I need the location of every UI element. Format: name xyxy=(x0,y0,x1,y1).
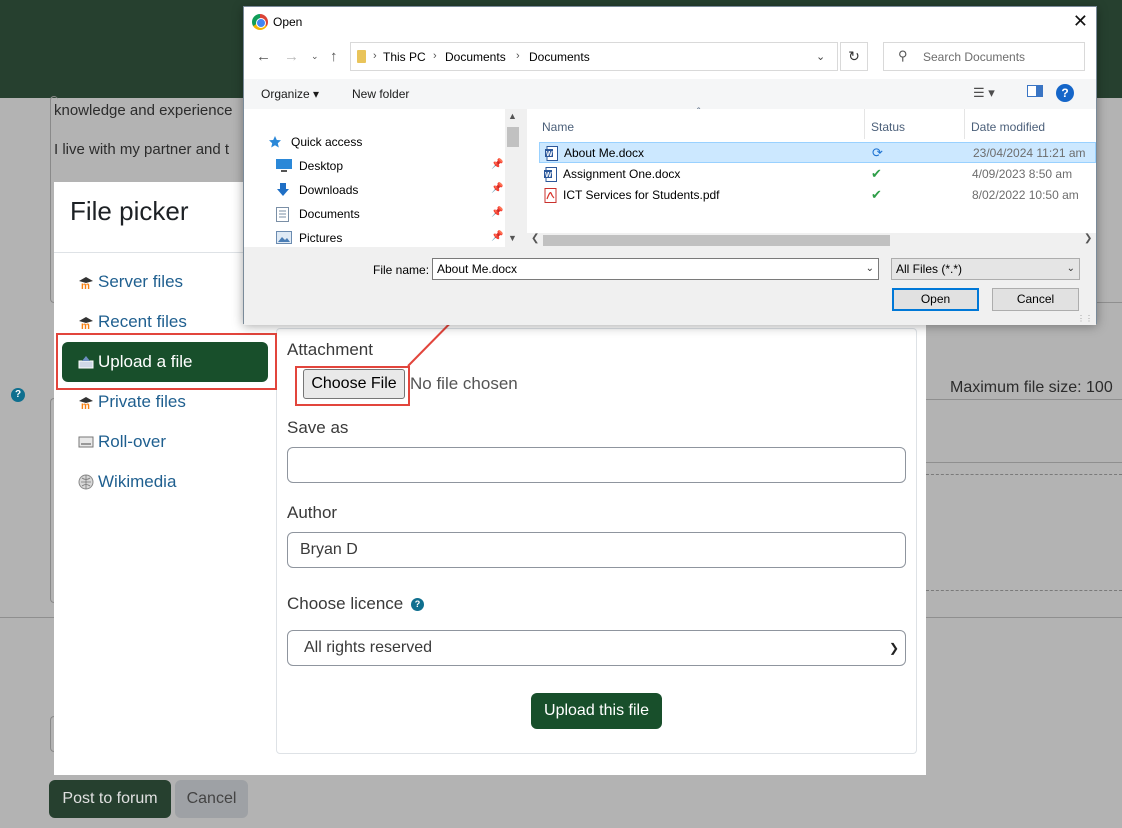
check-icon: ✔ xyxy=(871,187,882,202)
open-file-dialog: Open ✕ ← → ⌄ ↑ › This PC › Documents › D… xyxy=(243,6,1097,325)
search-icon: ⚲ xyxy=(898,48,908,63)
breadcrumb-separator-icon: › xyxy=(516,50,520,62)
pin-icon: 📌 xyxy=(491,159,504,170)
recent-locations-icon[interactable]: ⌄ xyxy=(311,51,319,62)
nav-label: Pictures xyxy=(299,231,343,245)
scrollbar-thumb[interactable] xyxy=(507,127,519,147)
file-row[interactable]: W About Me.docx ⟳ 23/04/2024 11:21 am xyxy=(539,142,1096,163)
scrollbar-thumb[interactable] xyxy=(543,235,890,246)
word-doc-icon: W xyxy=(545,146,558,161)
file-name-label: File name: xyxy=(373,263,430,277)
column-divider[interactable] xyxy=(864,109,865,139)
file-name: ICT Services for Students.pdf xyxy=(563,188,720,202)
scroll-up-icon[interactable]: ▲ xyxy=(508,111,517,121)
chevron-down-icon[interactable]: ⌄ xyxy=(866,259,874,279)
download-icon xyxy=(276,183,292,197)
check-icon: ✔ xyxy=(871,166,882,181)
file-row[interactable]: ICT Services for Students.pdf ✔ 8/02/202… xyxy=(539,185,1096,206)
nav-pictures[interactable]: Pictures xyxy=(276,227,342,249)
column-header-name[interactable]: Name xyxy=(542,120,574,134)
sync-icon: ⟳ xyxy=(872,145,883,160)
nav-desktop[interactable]: Desktop xyxy=(276,155,343,177)
nav-downloads[interactable]: Downloads xyxy=(276,179,358,201)
scroll-right-icon[interactable]: ❯ xyxy=(1084,233,1092,244)
resize-grip-icon[interactable]: ⋮⋮ xyxy=(1077,314,1093,323)
nav-label: Desktop xyxy=(299,159,344,173)
scroll-left-icon[interactable]: ❮ xyxy=(531,233,539,244)
file-date: 23/04/2024 11:21 am xyxy=(973,146,1086,160)
chevron-down-icon[interactable]: ⌄ xyxy=(816,50,825,63)
file-name-input[interactable]: About Me.docx ⌄ xyxy=(432,258,879,280)
search-placeholder: Search Documents xyxy=(923,50,1026,64)
svg-text:W: W xyxy=(545,172,552,179)
dialog-titlebar: Open ✕ xyxy=(244,7,1096,37)
breadcrumb-separator-icon: › xyxy=(373,50,377,62)
search-box[interactable]: ⚲ Search Documents xyxy=(883,42,1085,71)
desktop-icon xyxy=(276,159,292,173)
navigation-pane: Quick access Desktop Downloads Documents… xyxy=(244,109,521,247)
file-type-select[interactable]: All Files (*.*) ⌄ xyxy=(891,258,1080,280)
breadcrumb-documents[interactable]: Documents xyxy=(445,50,506,64)
preview-pane-icon[interactable] xyxy=(1027,85,1043,100)
svg-text:W: W xyxy=(546,151,553,158)
nav-label: Downloads xyxy=(299,183,359,197)
nav-documents[interactable]: Documents xyxy=(276,203,360,225)
close-icon[interactable]: ✕ xyxy=(1073,11,1088,32)
nav-label: Documents xyxy=(299,207,360,221)
navigation-bar: ← → ⌄ ↑ › This PC › Documents › Document… xyxy=(244,37,1096,79)
dialog-title: Open xyxy=(273,15,303,29)
file-date: 4/09/2023 8:50 am xyxy=(972,167,1073,181)
refresh-icon[interactable]: ↻ xyxy=(840,42,868,71)
file-list-scrollbar[interactable]: ❮ ❯ xyxy=(527,233,1096,248)
folder-icon xyxy=(357,50,366,63)
file-name-value: About Me.docx xyxy=(437,262,518,276)
documents-icon xyxy=(276,207,292,222)
help-icon[interactable]: ? xyxy=(1056,84,1074,102)
breadcrumb-documents-current[interactable]: Documents xyxy=(529,50,590,64)
dialog-toolbar: Organize ▾ New folder ☰ ▾ ? xyxy=(244,79,1096,109)
file-list-pane: Name ˆ Status Date modified W About Me.d… xyxy=(527,107,1096,247)
dialog-footer: File name: About Me.docx ⌄ All Files (*.… xyxy=(244,247,1096,325)
file-name: Assignment One.docx xyxy=(563,167,681,181)
nav-quick-access[interactable]: Quick access xyxy=(268,131,362,153)
back-arrow-icon[interactable]: ← xyxy=(256,48,271,65)
up-arrow-icon[interactable]: ↑ xyxy=(330,48,338,65)
dialog-cancel-button[interactable]: Cancel xyxy=(992,288,1079,311)
pdf-icon xyxy=(544,188,557,203)
breadcrumb-this-pc[interactable]: This PC xyxy=(383,50,426,64)
star-icon xyxy=(268,135,284,149)
forward-arrow-icon[interactable]: → xyxy=(284,48,299,65)
chevron-down-icon: ⌄ xyxy=(1066,263,1075,274)
pin-icon: 📌 xyxy=(491,183,504,194)
column-header-date[interactable]: Date modified xyxy=(971,120,1045,134)
file-date: 8/02/2022 10:50 am xyxy=(972,188,1079,202)
address-bar[interactable]: › This PC › Documents › Documents ⌄ xyxy=(350,42,838,71)
file-name: About Me.docx xyxy=(564,146,645,160)
view-options-icon[interactable]: ☰ ▾ xyxy=(973,85,995,101)
column-header-status[interactable]: Status xyxy=(871,120,905,134)
column-divider[interactable] xyxy=(964,109,965,139)
pin-icon: 📌 xyxy=(491,207,504,218)
pictures-icon xyxy=(276,231,292,245)
chrome-icon xyxy=(252,14,268,30)
organize-button[interactable]: Organize ▾ xyxy=(261,87,319,101)
pin-icon: 📌 xyxy=(491,231,504,242)
new-folder-button[interactable]: New folder xyxy=(352,87,409,101)
sort-indicator-icon: ˆ xyxy=(697,107,701,118)
breadcrumb-separator-icon: › xyxy=(433,50,437,62)
file-row[interactable]: W Assignment One.docx ✔ 4/09/2023 8:50 a… xyxy=(539,164,1096,185)
scroll-down-icon[interactable]: ▼ xyxy=(508,233,517,243)
word-doc-icon: W xyxy=(544,167,557,182)
file-type-value: All Files (*.*) xyxy=(896,262,963,276)
nav-label: Quick access xyxy=(291,135,363,149)
nav-pane-scrollbar[interactable]: ▲ ▼ xyxy=(505,109,521,247)
open-button[interactable]: Open xyxy=(892,288,979,311)
